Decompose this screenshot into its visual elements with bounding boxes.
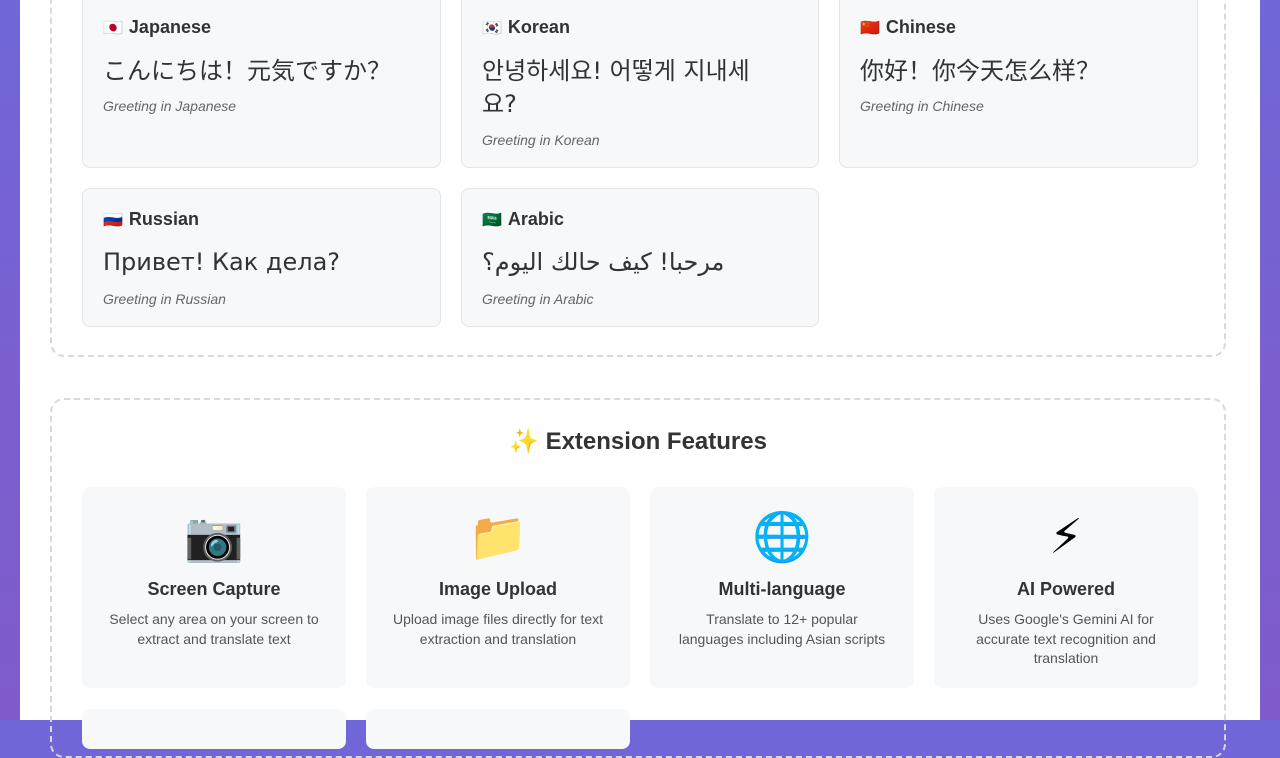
feature-card-ai-powered: ⚡ AI Powered Uses Google's Gemini AI for… <box>934 487 1198 688</box>
sample-card-korean: 🇰🇷 Korean 안녕하세요! 어떻게 지내세요? Greeting in K… <box>461 0 819 168</box>
feature-title: Screen Capture <box>147 579 281 599</box>
feature-description: Uses Google's Gemini AI for accurate tex… <box>976 611 1156 666</box>
folder-icon: 📁 <box>468 509 528 565</box>
sample-text: مرحبا! كيف حالك اليوم؟ <box>482 248 725 276</box>
lightning-icon: ⚡ <box>1049 509 1083 565</box>
sample-language-label: 🇨🇳 Chinese <box>860 17 956 37</box>
sample-caption: Greeting in Russian <box>103 291 226 307</box>
sample-language-label: 🇯🇵 Japanese <box>103 17 211 37</box>
feature-title: AI Powered <box>1016 579 1116 599</box>
sample-text: Привет! Как дела? <box>103 248 341 276</box>
feature-description: Upload image files directly for text ext… <box>392 611 604 647</box>
korea-flag-icon: 🇰🇷 <box>482 18 502 37</box>
sample-text: こんにちは！元気ですか？ <box>103 57 391 85</box>
globe-icon: 🌐 <box>752 509 812 565</box>
feature-title: Image Upload <box>438 579 558 599</box>
sample-card-arabic: 🇸🇦 Arabic مرحبا! كيف حالك اليوم؟ Greetin… <box>461 188 819 327</box>
sample-language-label: 🇷🇺 Russian <box>103 209 199 229</box>
sample-text: 안녕하세요! 어떻게 지내세요? <box>482 57 750 118</box>
sample-language-label: 🇰🇷 Korean <box>482 17 570 37</box>
feature-description: Translate to 12+ popular languages inclu… <box>678 611 886 647</box>
sample-card-russian: 🇷🇺 Russian Привет! Как дела? Greeting in… <box>82 188 441 327</box>
feature-card-multi-language: 🌐 Multi-language Translate to 12+ popula… <box>650 487 914 688</box>
feature-card-screen-capture: 📷 Screen Capture Select any area on your… <box>82 487 346 688</box>
sample-caption: Greeting in Arabic <box>482 291 594 307</box>
feature-description: Select any area on your screen to extrac… <box>109 611 319 647</box>
feature-card-partial <box>366 709 630 749</box>
sample-card-japanese: 🇯🇵 Japanese こんにちは！元気ですか？ Greeting in Jap… <box>82 0 441 168</box>
feature-title: Multi-language <box>718 579 846 599</box>
saudi-arabia-flag-icon: 🇸🇦 <box>482 210 502 229</box>
china-flag-icon: 🇨🇳 <box>860 18 880 37</box>
sample-caption: Greeting in Chinese <box>860 98 984 114</box>
extension-features-section: ✨ Extension Features 📷 Screen Capture Se… <box>50 398 1226 758</box>
feature-card-image-upload: 📁 Image Upload Upload image files direct… <box>366 487 630 688</box>
russia-flag-icon: 🇷🇺 <box>103 210 123 229</box>
main-page: 🇯🇵 Japanese こんにちは！元気ですか？ Greeting in Jap… <box>20 0 1260 758</box>
camera-icon: 📷 <box>184 509 244 565</box>
sample-caption: Greeting in Korean <box>482 132 600 148</box>
feature-card-partial <box>82 709 346 749</box>
sample-caption: Greeting in Japanese <box>103 98 237 114</box>
features-title: ✨ Extension Features <box>509 428 767 455</box>
japan-flag-icon: 🇯🇵 <box>103 18 123 37</box>
sample-text: 你好！你今天怎么样？ <box>860 57 1100 85</box>
sample-language-label: 🇸🇦 Arabic <box>482 209 564 229</box>
language-samples-section: 🇯🇵 Japanese こんにちは！元気ですか？ Greeting in Jap… <box>50 0 1226 357</box>
sample-card-chinese: 🇨🇳 Chinese 你好！你今天怎么样？ Greeting in Chines… <box>839 0 1198 168</box>
